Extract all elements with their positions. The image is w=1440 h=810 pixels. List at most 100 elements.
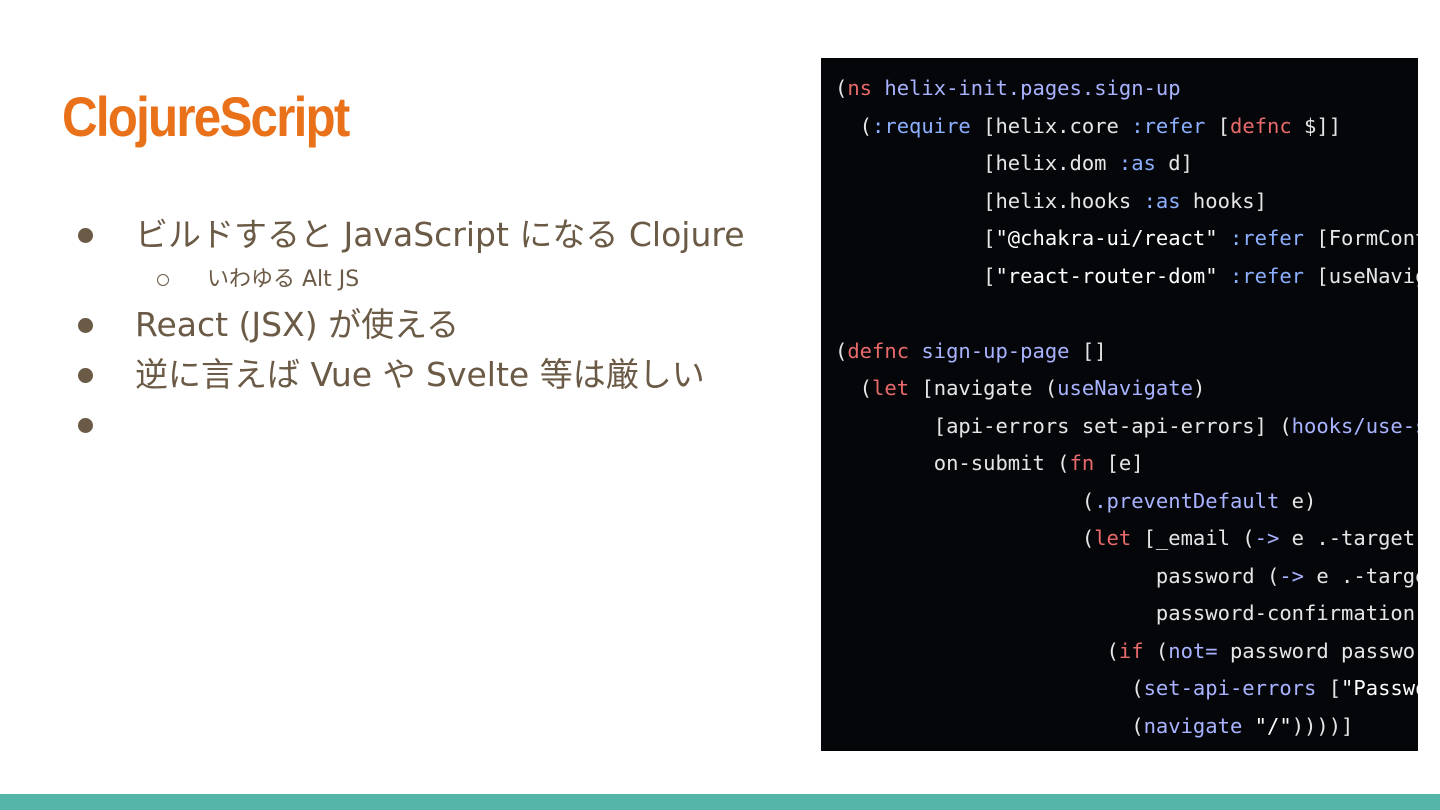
bullet-item: ビルドすると JavaScript になる Clojure: [78, 210, 778, 260]
code-token: (: [835, 113, 873, 138]
code-line: password (-> e .-target: [835, 558, 1418, 596]
code-token: "/": [1254, 713, 1292, 738]
code-block: (ns helix-init.pages.sign-up (:require […: [821, 58, 1418, 745]
code-token: ))))]: [1291, 713, 1354, 738]
code-token: [api-errors set-api-errors] (: [835, 413, 1292, 438]
code-token: password-confirmation: [835, 601, 1416, 625]
code-line: (ns helix-init.pages.sign-up: [835, 70, 1418, 108]
code-token: $]]: [1291, 113, 1342, 138]
code-token: defnc: [847, 338, 910, 363]
code-screenshot: (ns helix-init.pages.sign-up (:require […: [821, 58, 1418, 751]
code-token: :refer: [1131, 113, 1206, 138]
code-line: (:require [helix.core :refer [defnc $]]: [835, 108, 1418, 146]
code-token: :refer: [1229, 263, 1305, 288]
bullet-dot-icon: [78, 418, 93, 433]
code-token: on-submit (: [835, 451, 1070, 475]
code-token: ->: [1279, 563, 1305, 588]
bullet-item: 逆に言えば Vue や Svelte 等は厳しい: [78, 350, 778, 400]
footer-bar: [0, 794, 1440, 810]
code-line: ["react-router-dom" :refer [useNavigate: [835, 258, 1418, 296]
code-token: (: [835, 376, 873, 400]
code-token: ->: [1254, 526, 1280, 550]
code-token: :as: [1143, 188, 1181, 213]
sub-bullet-text: いわゆる Alt JS: [207, 267, 360, 292]
code-line: (set-api-errors ["Password: [835, 670, 1418, 708]
code-line: password-confirmation: [835, 595, 1418, 633]
code-token: :require: [872, 113, 971, 138]
sub-bullet-circle-icon: [157, 274, 169, 286]
code-token: password (: [835, 563, 1280, 588]
code-token: [_email (: [1131, 526, 1255, 550]
bullet-text: ビルドすると JavaScript になる Clojure: [135, 215, 745, 254]
code-token: (: [835, 76, 848, 100]
code-token: e): [1279, 488, 1317, 513]
code-line: (let [_email (-> e .-target: [835, 520, 1418, 558]
code-token: :as: [1118, 151, 1156, 175]
code-line: (navigate "/"))))]: [835, 708, 1418, 746]
code-token: [FormControl: [1316, 226, 1418, 250]
code-token: if: [1118, 638, 1144, 663]
code-token: "@chakra-ui/react": [995, 226, 1218, 250]
code-token: "react-router-dom": [995, 263, 1218, 288]
code-token: set-api-errors: [1143, 676, 1317, 700]
slide-title: ClojureScript: [62, 85, 350, 148]
code-line: (defnc sign-up-page []: [835, 333, 1418, 371]
code-line: (if (not= password password: [835, 633, 1418, 671]
sub-bullet-item: いわゆる Alt JS: [78, 260, 778, 300]
code-token: [helix.hooks: [835, 188, 1144, 213]
code-token: sign-up-page: [909, 338, 1070, 363]
code-token: defnc: [1229, 113, 1292, 138]
code-token: password password: [1217, 638, 1418, 663]
bullet-dot-icon: [78, 368, 93, 383]
code-token: navigate: [1143, 713, 1243, 738]
code-token: useNavigate: [1057, 376, 1193, 400]
bullet-text: React (JSX) が使える: [135, 305, 460, 344]
bullet-item: React (JSX) が使える: [78, 300, 778, 350]
code-token: [e]: [1094, 451, 1144, 475]
code-token: [: [835, 263, 996, 288]
code-token: (: [835, 638, 1119, 663]
code-token: .preventDefault: [1094, 488, 1280, 513]
code-token: (: [835, 676, 1144, 700]
code-token: ns: [847, 76, 873, 100]
code-line: (.preventDefault e): [835, 483, 1418, 521]
code-token: d]: [1155, 151, 1193, 175]
code-token: e .-target: [1316, 563, 1418, 588]
code-token: (: [835, 713, 1144, 738]
code-token: [: [1205, 113, 1230, 138]
code-token: [navigate (: [909, 376, 1058, 400]
code-line: (let [navigate (useNavigate): [835, 370, 1418, 408]
code-token: ): [1192, 376, 1206, 400]
code-token: (: [835, 338, 848, 363]
code-token: hooks/use-state: [1291, 413, 1418, 438]
code-token: (: [1143, 638, 1169, 663]
code-token: :refer: [1229, 226, 1305, 250]
code-token: not=: [1168, 638, 1218, 663]
bullet-list: ビルドすると JavaScript になる Clojure いわゆる Alt JS…: [78, 210, 778, 450]
bullet-dot-icon: [78, 228, 93, 243]
code-token: [helix.dom: [835, 151, 1119, 175]
bullet-dot-icon: [78, 318, 93, 333]
code-token: [: [835, 226, 996, 250]
code-line: ["@chakra-ui/react" :refer [FormControl: [835, 220, 1418, 258]
code-token: [helix.core: [970, 113, 1132, 138]
code-line: [helix.hooks :as hooks]: [835, 183, 1418, 221]
code-token: helix-init.pages.sign-up: [872, 76, 1181, 100]
code-token: [: [1316, 676, 1342, 700]
code-line: on-submit (fn [e]: [835, 445, 1418, 483]
code-token: (: [835, 526, 1095, 550]
code-token: [useNavigate: [1316, 263, 1418, 288]
bullet-text: 逆に言えば Vue や Svelte 等は厳しい: [135, 355, 705, 394]
code-token: hooks]: [1180, 188, 1267, 213]
code-token: (: [835, 488, 1095, 513]
code-token: let: [1094, 526, 1132, 550]
code-token: []: [1069, 338, 1107, 363]
code-token: fn: [1069, 451, 1095, 475]
code-token: let: [872, 376, 910, 400]
code-token: e .-target: [1279, 526, 1416, 550]
bullet-item: [78, 400, 778, 450]
